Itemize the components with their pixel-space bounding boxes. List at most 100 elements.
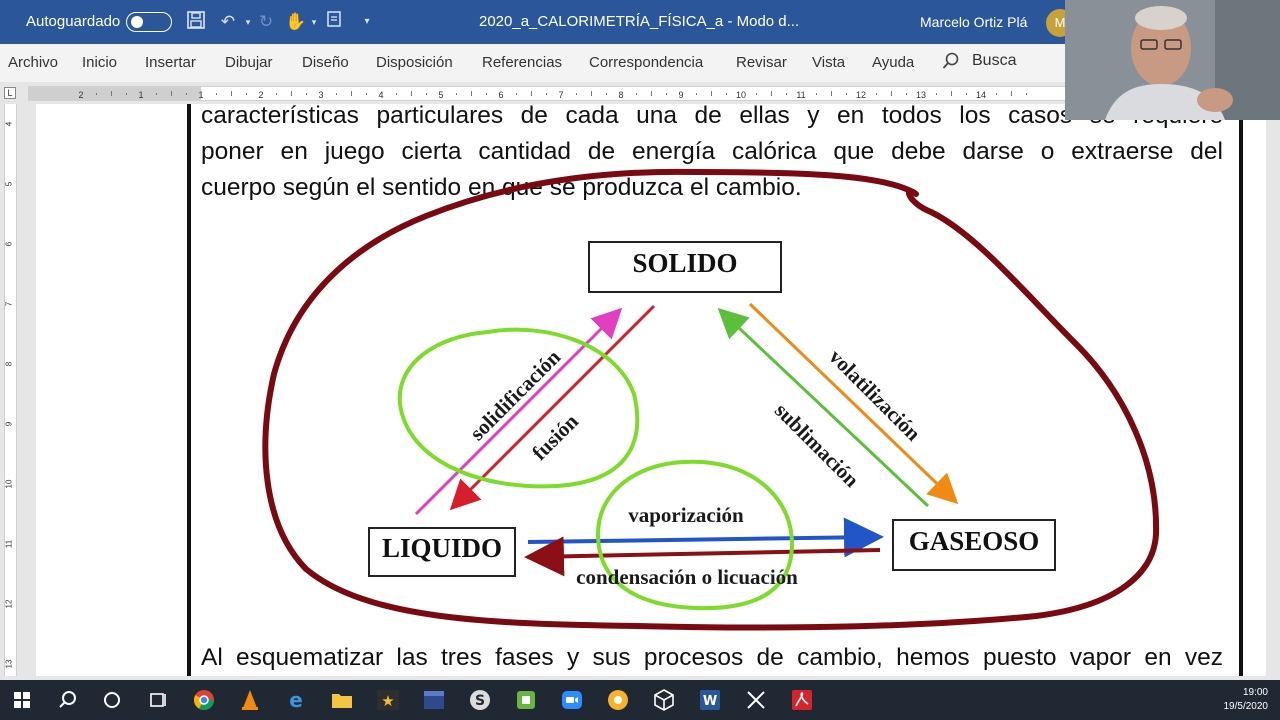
windows-start-icon[interactable]	[10, 688, 34, 712]
vertical-ruler-number: 7	[5, 301, 14, 306]
ruler-tick	[906, 93, 907, 95]
cortana-icon[interactable]	[100, 688, 124, 712]
tab-revisar[interactable]: Revisar	[736, 54, 787, 71]
ruler-number: 12	[856, 90, 866, 100]
taskbar: e ★ S W 19:00 19/5/2020	[0, 680, 1280, 720]
ruler-tick	[696, 93, 697, 95]
ruler-tick	[186, 93, 187, 95]
search-box[interactable]: Busca	[972, 52, 1016, 70]
ruler-tick	[126, 93, 127, 95]
ruler-number: 7	[558, 90, 563, 100]
save-icon[interactable]	[184, 10, 208, 34]
star-app-icon[interactable]: ★	[376, 688, 400, 712]
search-icon[interactable]	[942, 52, 960, 75]
vertical-ruler-number: 4	[5, 121, 14, 126]
webcam-overlay	[1065, 0, 1280, 120]
3d-app-icon[interactable]	[652, 688, 676, 712]
ruler-tick	[306, 93, 307, 95]
ruler-tick	[546, 93, 547, 95]
toggle-knob	[131, 16, 143, 28]
skype-icon[interactable]: S	[468, 688, 492, 712]
vertical-ruler-number: 11	[5, 539, 14, 548]
tab-inicio[interactable]: Inicio	[82, 54, 117, 71]
vertical-ruler-number: 5	[5, 181, 14, 186]
chrome-canary-icon[interactable]	[606, 688, 630, 712]
android-studio-icon[interactable]	[514, 688, 538, 712]
tab-vista[interactable]: Vista	[812, 54, 845, 71]
ruler-tick	[366, 93, 367, 95]
ruler-bar[interactable]: 2 1 1 2 3 4 5 6 7 8 9 10 11 12 13 14	[28, 86, 1080, 101]
ruler-tick	[351, 91, 352, 96]
clock-time: 19:00	[1242, 687, 1268, 698]
print-preview-icon[interactable]	[322, 10, 346, 34]
snipping-tool-icon[interactable]	[744, 688, 768, 712]
ruler-tick	[516, 93, 517, 95]
document-page[interactable]: características particulares de cada una…	[36, 104, 1266, 676]
tab-correspondencia[interactable]: Correspondencia	[589, 54, 703, 71]
tab-selector[interactable]: L	[4, 87, 16, 99]
ruler-number: 2	[78, 90, 83, 100]
ruler-tick	[876, 93, 877, 95]
tab-archivo[interactable]: Archivo	[8, 54, 58, 71]
ruler-tick	[411, 91, 412, 96]
chrome-icon[interactable]	[192, 688, 216, 712]
ruler-tick	[231, 91, 232, 96]
system-clock[interactable]: 19:00 19/5/2020	[1224, 686, 1269, 714]
svg-text:★: ★	[381, 692, 394, 710]
vertical-ruler: 4 5 6 7 8 9 10 11 12 13	[0, 104, 22, 676]
task-view-icon[interactable]	[146, 688, 170, 712]
ruler-tick	[576, 93, 577, 95]
svg-text:e: e	[289, 688, 303, 712]
ruler-tick	[606, 93, 607, 95]
zoom-icon[interactable]	[560, 688, 584, 712]
ruler-tick	[336, 93, 337, 95]
redo-icon[interactable]: ↻	[254, 10, 278, 34]
vertical-ruler-number: 6	[5, 241, 14, 246]
tab-dibujar[interactable]: Dibujar	[225, 54, 273, 71]
ruler-tick	[966, 93, 967, 95]
ruler-number: 11	[796, 90, 805, 100]
svg-text:S: S	[475, 693, 485, 709]
paragraph-line-bottom: Al esquematizar las tres fases y sus pro…	[201, 644, 1223, 671]
customize-toolbar-icon[interactable]: ▾	[355, 10, 379, 34]
svg-text:W: W	[703, 694, 717, 709]
fusion-arrow	[449, 304, 656, 511]
ruler-number: 3	[318, 90, 323, 100]
tab-disposicion[interactable]: Disposición	[376, 54, 453, 71]
ruler-tick	[396, 93, 397, 95]
autosave-label: Autoguardado	[26, 13, 121, 30]
tab-insertar[interactable]: Insertar	[145, 54, 196, 71]
vlc-icon[interactable]	[238, 688, 262, 712]
ruler-number: 5	[438, 90, 443, 100]
presenter-image	[1065, 0, 1280, 120]
ruler-number: 14	[976, 90, 986, 100]
ruler-tick	[1026, 93, 1027, 95]
ruler-number: 8	[618, 90, 623, 100]
vertical-ruler-bar[interactable]: 4 5 6 7 8 9 10 11 12 13	[4, 104, 17, 676]
vertical-ruler-number: 9	[5, 421, 14, 426]
ruler-number: 13	[916, 90, 926, 100]
ruler-tick	[276, 93, 277, 95]
autosave-toggle[interactable]	[126, 12, 172, 32]
ruler-tick	[756, 93, 757, 95]
acrobat-icon[interactable]	[790, 688, 814, 712]
ruler-tick	[651, 91, 652, 96]
tab-ayuda[interactable]: Ayuda	[872, 54, 914, 71]
tab-referencias[interactable]: Referencias	[482, 54, 562, 71]
word-icon[interactable]: W	[698, 688, 722, 712]
file-explorer-icon[interactable]	[330, 688, 354, 712]
ruler-tick	[96, 93, 97, 95]
dev-app-icon[interactable]	[422, 688, 446, 712]
ruler-tick	[111, 91, 112, 96]
ruler-number: 10	[736, 90, 746, 100]
tab-diseno[interactable]: Diseño	[302, 54, 349, 71]
liquid-label: LIQUIDO	[382, 533, 502, 563]
condensation-arrow	[524, 536, 881, 577]
ruler-tick	[726, 93, 727, 95]
ruler-tick	[786, 93, 787, 95]
ruler-number: 1	[198, 90, 203, 100]
taskbar-search-icon[interactable]	[56, 688, 80, 712]
user-name[interactable]: Marcelo Ortiz Plá	[920, 14, 1027, 30]
edge-icon[interactable]: e	[284, 688, 308, 712]
ruler-number: 4	[378, 90, 383, 100]
